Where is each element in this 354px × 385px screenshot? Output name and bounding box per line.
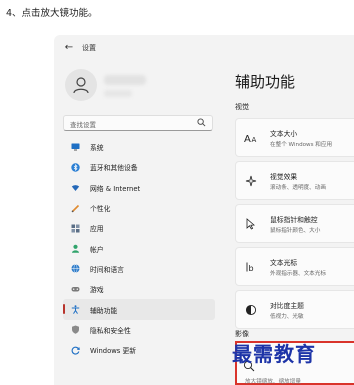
svg-text:A: A: [244, 134, 251, 144]
search-placeholder: 查找设置: [70, 121, 96, 129]
sidebar-item-gaming[interactable]: 游戏: [63, 279, 215, 299]
gamepad-icon: [71, 285, 80, 294]
user-name-redacted: [104, 75, 146, 85]
sidebar-item-personalization[interactable]: 个性化: [63, 198, 215, 218]
card-mouse-pointer-touch[interactable]: 鼠标指针和触控 鼠标指针颜色、大小: [235, 204, 354, 243]
sidebar-item-label: 游戏: [90, 286, 104, 295]
search-input[interactable]: 查找设置: [63, 115, 213, 131]
card-subtitle: 放大镜缩放、缩放增量: [245, 379, 301, 385]
pen-icon: [71, 204, 80, 213]
sidebar-nav: 系统 蓝牙和其他设备 网络 & Internet 个性化 应用 帐户 时间和语言: [63, 137, 215, 360]
sidebar-item-privacy[interactable]: 隐私和安全性: [63, 320, 215, 340]
card-subtitle: 外观指示器、文本光标: [270, 271, 326, 277]
card-subtitle: 低视力、光敏: [270, 314, 304, 320]
card-title: 文本大小: [270, 130, 298, 138]
card-title: 文本光标: [270, 259, 298, 267]
title-bar: ← 设置: [54, 35, 354, 61]
section-heading-vision: 视觉: [235, 103, 249, 111]
sidebar-item-label: 蓝牙和其他设备: [90, 164, 138, 173]
sidebar-item-label: 系统: [90, 144, 104, 153]
sparkle-icon: [244, 174, 258, 188]
card-title: 对比度主题: [270, 302, 304, 310]
person-icon: [71, 244, 80, 253]
text-cursor-icon: b: [244, 260, 258, 274]
avatar[interactable]: [65, 69, 97, 101]
sidebar-item-bluetooth[interactable]: 蓝牙和其他设备: [63, 157, 215, 177]
page-title: 辅助功能: [235, 73, 296, 91]
app-title: 设置: [82, 44, 96, 52]
sidebar-item-label: 个性化: [90, 205, 111, 214]
bluetooth-icon: [71, 163, 80, 172]
accessibility-icon: [71, 305, 80, 314]
update-icon: [71, 346, 80, 355]
card-subtitle: 鼠标指针颜色、大小: [270, 228, 321, 234]
svg-text:b: b: [249, 264, 254, 273]
card-subtitle: 滚动条、透明度、动画: [270, 185, 326, 191]
contrast-icon: [244, 303, 258, 317]
sidebar-item-accounts[interactable]: 帐户: [63, 238, 215, 258]
person-icon: [73, 77, 89, 94]
sidebar-item-network[interactable]: 网络 & Internet: [63, 178, 215, 198]
sidebar-item-label: 辅助功能: [90, 306, 118, 315]
wifi-icon: [71, 183, 80, 192]
back-button[interactable]: ←: [63, 42, 75, 54]
sidebar-item-accessibility[interactable]: 辅助功能: [63, 299, 215, 320]
sidebar-item-system[interactable]: 系统: [63, 137, 215, 157]
card-subtitle: 在整个 Windows 和应用: [270, 142, 333, 148]
monitor-icon: [71, 143, 80, 152]
apps-icon: [71, 224, 80, 233]
sidebar-item-label: 应用: [90, 225, 104, 234]
pointer-icon: [244, 217, 258, 231]
card-visual-effects[interactable]: 视觉效果 滚动条、透明度、动画: [235, 161, 354, 200]
card-contrast-themes[interactable]: 对比度主题 低视力、光敏: [235, 290, 354, 329]
sidebar-item-label: Windows 更新: [90, 347, 137, 356]
sidebar-item-label: 帐户: [90, 245, 104, 254]
search-icon: [197, 118, 206, 129]
sidebar-item-label: 隐私和安全性: [90, 326, 131, 335]
user-email-redacted: [104, 90, 132, 97]
sidebar-item-windows-update[interactable]: Windows 更新: [63, 340, 215, 360]
sidebar-item-apps[interactable]: 应用: [63, 218, 215, 238]
step-caption: 4、点击放大镜功能。: [6, 8, 98, 19]
svg-text:A: A: [252, 136, 257, 144]
card-title: 鼠标指针和触控: [270, 216, 318, 224]
sidebar-item-label: 网络 & Internet: [90, 184, 141, 193]
settings-window: ← 设置 查找设置 系统 蓝牙和其他设备 网络 & Internet 个性化 应…: [54, 35, 354, 385]
text-size-icon: AA: [244, 131, 258, 145]
sidebar-item-label: 时间和语言: [90, 265, 124, 274]
card-text-cursor[interactable]: b 文本光标 外观指示器、文本光标: [235, 247, 354, 286]
active-indicator: [63, 304, 65, 315]
sidebar-item-time-language[interactable]: 时间和语言: [63, 259, 215, 279]
shield-icon: [71, 325, 80, 335]
card-title: 视觉效果: [270, 173, 298, 181]
globe-icon: [71, 264, 80, 274]
card-text-size[interactable]: AA 文本大小 在整个 Windows 和应用: [235, 118, 354, 157]
watermark: 最需教育: [232, 342, 316, 366]
